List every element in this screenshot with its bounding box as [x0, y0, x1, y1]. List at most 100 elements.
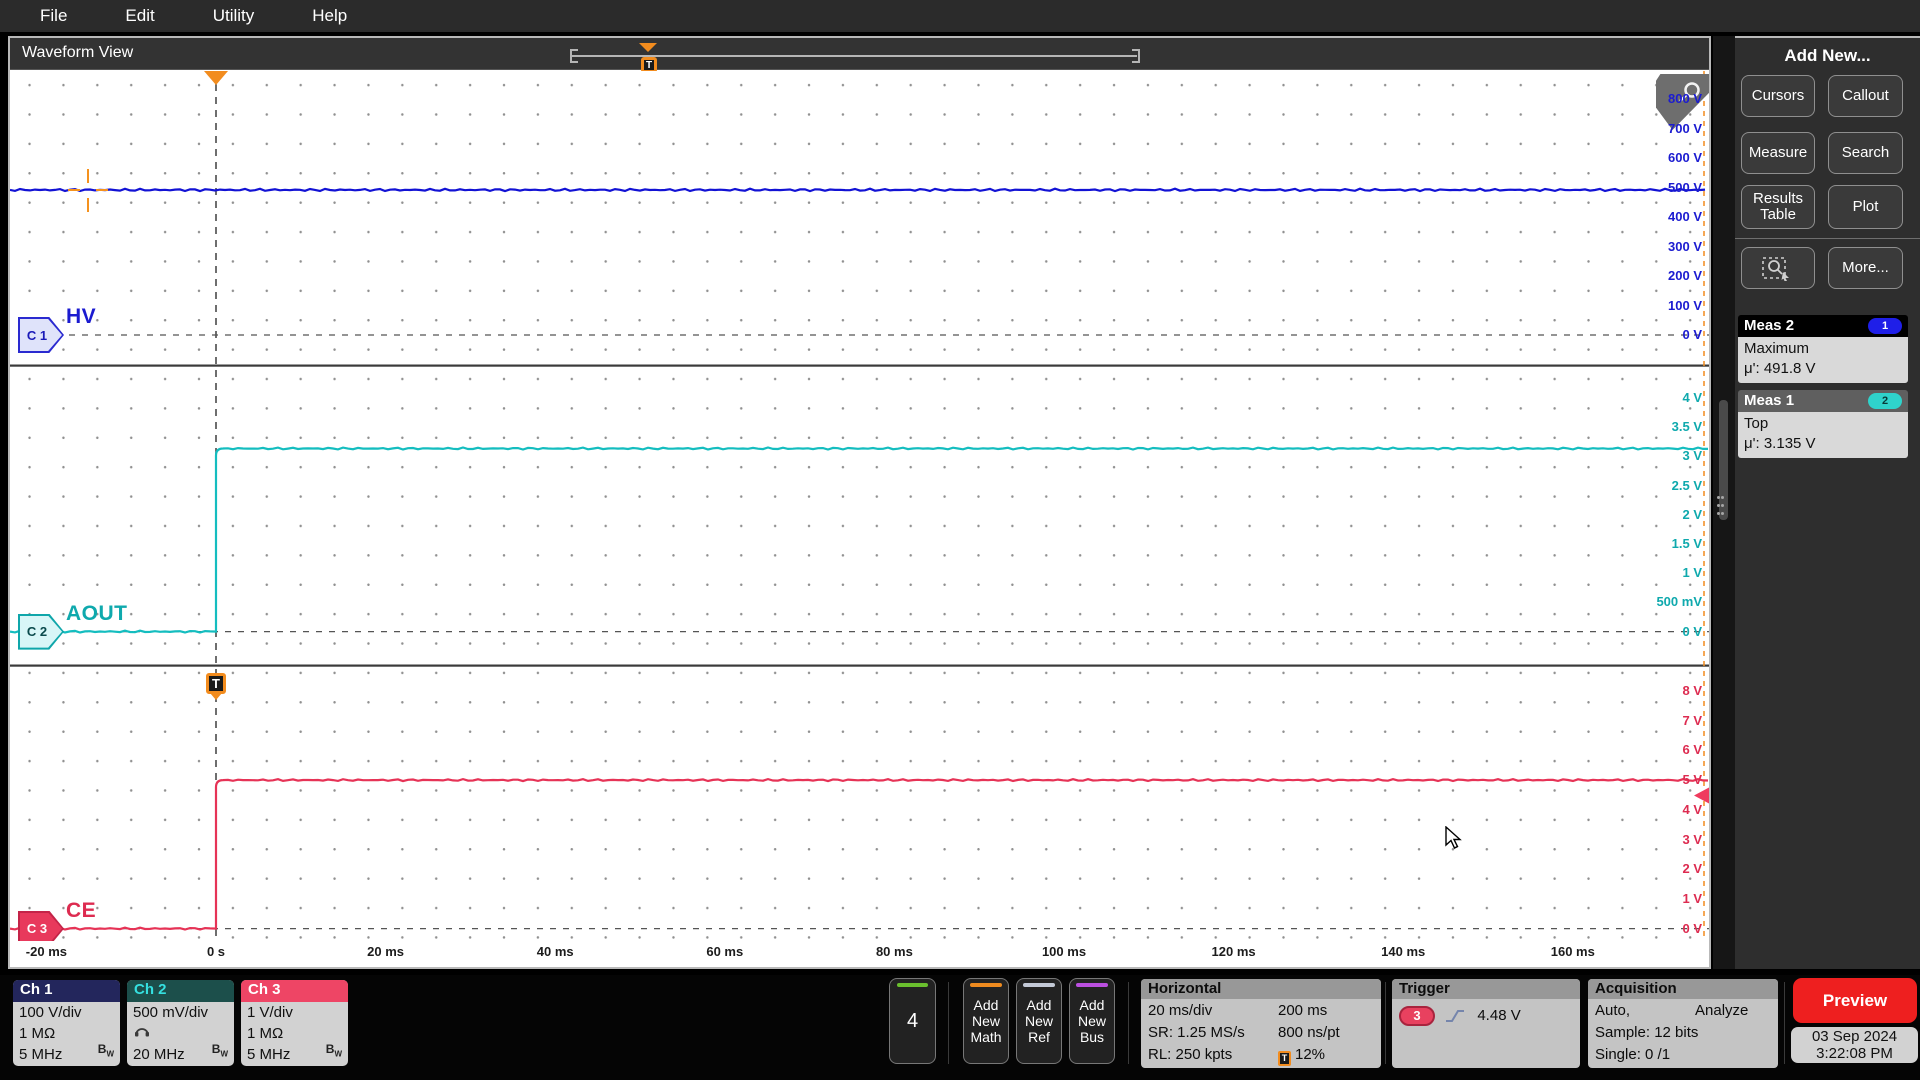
horizontal-scale: 20 ms/div [1148, 1002, 1213, 1019]
search-button[interactable]: Search [1828, 132, 1903, 174]
y-label: 500 mV [1656, 594, 1702, 610]
measurement-body: Maximum μ': 491.8 V [1738, 337, 1908, 383]
acquisition-mode: Auto, [1595, 1002, 1631, 1019]
y-label: 3 V [1682, 448, 1702, 464]
divider [1128, 982, 1129, 1064]
channel-name-aout: AOUT [66, 601, 128, 625]
acquisition-single: Single: 0 /1 [1595, 1046, 1671, 1063]
y-label: 7 V [1682, 712, 1702, 728]
expansion-point-icon[interactable] [639, 43, 657, 52]
horizontal-panel[interactable]: Horizontal 20 ms/div 200 ms SR: 1.25 MS/… [1141, 979, 1381, 1068]
menu-file[interactable]: File [40, 6, 67, 26]
menu-utility[interactable]: Utility [213, 6, 255, 26]
measurement-type: Top [1744, 415, 1769, 432]
measurement-body: Top μ': 3.135 V [1738, 412, 1908, 458]
x-label: 120 ms [1211, 944, 1256, 959]
divider [1385, 982, 1386, 1064]
channel-card-body: 100 V/div 1 MΩ 5 MHz BW [13, 1002, 120, 1066]
colorbar [970, 983, 1002, 987]
measurement-type: Maximum [1744, 340, 1810, 357]
channel-card-title: Ch 3 [241, 980, 348, 1002]
graticule[interactable]: T 800 V 700 V 600 V 500 V 400 V 300 V 200 V 100… [10, 71, 1709, 941]
channel-card-3[interactable]: Ch 31 V/div 1 MΩ 5 MHz BW [241, 980, 348, 1066]
horizontal-title: Horizontal [1141, 979, 1381, 999]
record-end-bracket [1132, 49, 1140, 63]
y-label: 0 V [1682, 623, 1702, 639]
y-label: 2 V [1682, 506, 1702, 522]
trigger-level: 4.48 V [1477, 1007, 1521, 1024]
measurement-card-meas-2[interactable]: Meas 2 1 Maximum μ': 491.8 V [1738, 315, 1908, 383]
add-new-ref-button[interactable]: Add New Ref [1016, 978, 1062, 1064]
trigger-panel[interactable]: Trigger 3 4.48 V [1392, 979, 1580, 1068]
colorbar [1023, 983, 1055, 987]
x-label: 40 ms [536, 944, 574, 959]
callout-button[interactable]: Callout [1828, 75, 1903, 117]
y-label: 600 V [1668, 150, 1702, 165]
y-label: 6 V [1682, 742, 1702, 758]
menu-edit[interactable]: Edit [125, 6, 154, 26]
drag-handle-icon[interactable] [1717, 496, 1725, 520]
menu-help[interactable]: Help [312, 6, 347, 26]
y-label: 1.5 V [1671, 536, 1702, 551]
time: 3:22:08 PM [1816, 1045, 1893, 1062]
y-label: 2.5 V [1671, 477, 1702, 493]
y-label: 1 V [1682, 565, 1702, 581]
y-label: 8 V [1682, 683, 1702, 698]
y-label: 100 V [1668, 297, 1702, 313]
measurement-value: μ': 491.8 V [1744, 360, 1816, 377]
trigger-source-badge: 3 [1399, 1006, 1435, 1027]
acquisition-title: Acquisition [1588, 979, 1778, 999]
add-new-bus-button[interactable]: Add New Bus [1069, 978, 1115, 1064]
source-badge: 1 [1868, 318, 1902, 334]
datetime-display: 03 Sep 2024 3:22:08 PM [1791, 1027, 1918, 1063]
plot-button[interactable]: Plot [1828, 185, 1903, 229]
add-new-math-button[interactable]: Add New Math [963, 978, 1009, 1064]
horizontal-position-bar[interactable] [572, 55, 1137, 57]
acquisition-analyze: Analyze [1695, 1002, 1749, 1019]
y-label: 200 V [1668, 268, 1702, 283]
bandwidth-limit-icon: BW [97, 1041, 114, 1058]
channel-4-colorbar [897, 983, 928, 987]
acquisition-panel[interactable]: Acquisition Auto, Analyze Sample: 12 bit… [1588, 979, 1778, 1068]
zoom-mode-button[interactable] [1741, 247, 1815, 289]
channel-card-2[interactable]: Ch 2 500 mV/div 20 MHz BW [127, 980, 234, 1066]
y-label: 0 V [1682, 327, 1702, 342]
acquisition-sample: Sample: 12 bits [1595, 1024, 1699, 1041]
time-axis: -20 ms 0 s 20 ms 40 ms 60 ms 80 ms 100 ms 120 m… [10, 941, 1709, 967]
channel-scale: 1 V/div [247, 1004, 293, 1021]
y-label: 4 V [1682, 390, 1702, 405]
preview-button[interactable]: Preview [1793, 978, 1917, 1023]
x-label: 60 ms [706, 944, 744, 959]
x-label: 20 ms [367, 944, 405, 959]
horizontal-sample-rate: SR: 1.25 MS/s [1148, 1024, 1245, 1041]
date: 03 Sep 2024 [1811, 1028, 1898, 1045]
x-label: 100 ms [1041, 944, 1087, 959]
channel-card-body: 500 mV/div 20 MHz BW [127, 1002, 234, 1066]
channel-4-button[interactable]: 4 [889, 978, 936, 1064]
measurement-title: Meas 12 [1738, 390, 1908, 412]
colorbar [1076, 983, 1108, 987]
bandwidth-limit-icon: BW [325, 1041, 342, 1058]
channel-name-ce: CE [66, 898, 97, 922]
horizontal-resolution: 800 ns/pt [1278, 1024, 1340, 1041]
y-label: 400 V [1668, 209, 1702, 224]
channel-card-1[interactable]: Ch 1 100 V/div 1 MΩ 5 MHz BW [13, 980, 120, 1066]
measurement-card-meas-1[interactable]: Meas 1 2 Top μ': 3.135 V [1738, 390, 1908, 458]
results-table-button[interactable]: Results Table [1741, 185, 1815, 229]
rising-edge-icon [1446, 1010, 1465, 1023]
measurement-title: Meas 21 [1738, 315, 1908, 337]
y-label: 5 V [1682, 772, 1702, 788]
measure-button[interactable]: Measure [1741, 132, 1815, 174]
channel-card-title: Ch 2 [127, 980, 234, 1002]
y-label: 300 V [1668, 238, 1702, 254]
y-label: 500 V [1668, 179, 1702, 195]
waveform-view-title: Waveform View [22, 44, 134, 61]
channel-scale: 500 mV/div [133, 1004, 209, 1021]
more-button[interactable]: More... [1828, 247, 1903, 289]
cursors-button[interactable]: Cursors [1741, 75, 1815, 117]
bandwidth-limit-icon: BW [211, 1041, 228, 1058]
panel-splitter[interactable] [1713, 36, 1735, 969]
trigger-point-icon[interactable]: T [206, 673, 226, 700]
results-bar: Add New... More... Cursors Callout Measure… [1735, 36, 1920, 969]
add-new-title: Add New... [1784, 46, 1871, 65]
